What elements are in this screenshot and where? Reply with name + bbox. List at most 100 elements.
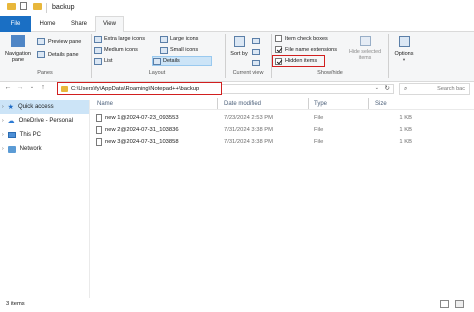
title-bar: backup [0,0,474,16]
search-box[interactable]: ⌕ Search bac [399,83,470,95]
file-date: 7/23/2024 2:53 PM [224,115,273,121]
chevron-down-icon: ▾ [402,57,406,62]
layout-details[interactable]: Details [152,56,212,66]
folder-toolbar-icon[interactable] [33,3,42,12]
title-divider [46,3,47,13]
chevron-right-icon[interactable]: › [2,104,4,110]
preview-pane-label: Preview pane [48,38,82,45]
file-size: 1 KB [399,127,412,133]
layout-large-icons[interactable]: Large icons [160,34,220,44]
checkbox-checked-icon [275,57,282,65]
cloud-icon: ☁ [7,118,15,125]
large-icons-view-icon[interactable] [455,300,464,308]
file-icon [96,126,102,134]
ribbon-divider [388,34,389,78]
column-header-date-modified[interactable]: Date modified [224,101,261,107]
back-arrow-icon[interactable]: ← [3,84,13,91]
column-header-name[interactable]: Name [97,101,113,107]
layout-medium-icons[interactable]: Medium icons [94,45,158,55]
address-path: C:\Users\fy\AppData\Roaming\Notepad++\ba… [71,85,200,92]
up-arrow-icon[interactable]: ↑ [38,84,48,91]
navigation-pane: › ★ Quick access › ☁ OneDrive - Personal… [0,100,90,298]
sort-by-button[interactable]: Sort by [230,36,248,57]
file-size: 1 KB [399,139,412,145]
layout-list[interactable]: List [94,56,158,66]
file-type: File [314,127,324,133]
folder-app-icon [7,3,16,12]
file-row[interactable]: new 1@2024-07-23_093553 7/23/2024 2:53 P… [90,113,474,123]
hidden-items-toggle[interactable]: Hidden items [272,55,325,67]
sort-by-icon [233,36,245,47]
file-name: new 3@2024-07-31_103858 [105,139,179,145]
nav-item-network[interactable]: › Network [0,142,89,156]
view-options-icons[interactable] [252,38,266,68]
tab-share[interactable]: Share [64,16,94,32]
checkbox-icon [275,35,282,42]
tab-home[interactable]: Home [31,16,64,32]
navigation-pane-icon [11,35,25,47]
forward-arrow-icon[interactable]: → [15,84,25,91]
search-placeholder: Search bac [437,86,465,92]
file-row[interactable]: new 3@2024-07-31_103858 7/31/2024 3:38 P… [90,137,474,147]
column-divider[interactable] [217,98,218,109]
layout-extra-large-icons[interactable]: Extra large icons [94,34,158,44]
address-bar-extension[interactable]: ⌄ ↻ [222,84,394,94]
window-title: backup [52,4,75,11]
file-date: 7/31/2024 3:38 PM [224,139,273,145]
file-row[interactable]: new 2@2024-07-31_103836 7/31/2024 3:38 P… [90,125,474,135]
panes-group-label: Panes [37,70,53,76]
column-headers: Name Date modified Type Size [90,98,474,110]
recent-chevron-icon[interactable]: ⌄ [27,84,37,90]
column-divider[interactable] [308,98,309,109]
file-type: File [314,139,324,145]
preview-pane-button[interactable]: Preview pane [37,38,81,45]
options-button[interactable]: Options ▾ [392,36,416,63]
computer-icon [7,132,16,138]
chevron-right-icon[interactable]: › [2,146,4,152]
nav-item-quick-access[interactable]: › ★ Quick access [0,100,89,114]
details-pane-icon [37,51,45,58]
status-bar: 3 items [0,298,474,312]
folder-icon [61,85,68,92]
quick-access-toolbar[interactable] [20,2,27,12]
item-count: 3 items [6,301,25,307]
navigation-pane-button[interactable]: Navigation pane [3,35,33,69]
hide-selected-items-button[interactable]: Hide selected items [345,36,385,61]
tab-file[interactable]: File [0,15,31,32]
column-header-type[interactable]: Type [314,101,327,107]
address-bar[interactable]: C:\Users\fy\AppData\Roaming\Notepad++\ba… [57,82,222,95]
network-icon [7,145,16,153]
details-pane-button[interactable]: Details pane [37,51,79,58]
file-icon [96,114,102,122]
file-icon [96,138,102,146]
sort-by-label: Sort by [230,51,248,57]
file-name: new 2@2024-07-31_103836 [105,127,179,133]
file-type: File [314,115,324,121]
show-hide-group-label: Show/hide [317,70,343,76]
column-header-size[interactable]: Size [375,101,387,107]
file-name: new 1@2024-07-23_093553 [105,115,179,121]
layout-small-icons[interactable]: Small icons [160,45,220,55]
current-view-group-label: Current view [232,70,264,76]
file-size: 1 KB [399,115,412,121]
file-name-extensions-toggle[interactable]: File name extensions [275,46,337,53]
chevron-right-icon[interactable]: › [2,118,4,124]
hide-selected-icon [359,36,371,46]
details-pane-label: Details pane [48,51,79,58]
file-list: new 1@2024-07-23_093553 7/23/2024 2:53 P… [90,113,474,147]
navigation-pane-label: Navigation pane [5,51,31,63]
chevron-down-icon[interactable]: ⌄ [375,85,379,91]
chevron-right-icon[interactable]: › [2,132,4,138]
nav-item-onedrive[interactable]: › ☁ OneDrive - Personal [0,114,89,128]
details-view-icon[interactable] [440,300,449,308]
ribbon-tabs: File Home Share View [0,15,474,32]
tab-view[interactable]: View [95,15,124,32]
column-divider[interactable] [368,98,369,109]
item-check-boxes-toggle[interactable]: Item check boxes [275,35,328,42]
layout-group-label: Layout [148,70,166,76]
search-icon: ⌕ [404,85,408,92]
ribbon-view: Navigation pane Preview pane Details pan… [0,32,474,82]
nav-item-this-pc[interactable]: › This PC [0,128,89,142]
refresh-icon[interactable]: ↻ [385,84,390,92]
star-icon: ★ [7,104,14,111]
